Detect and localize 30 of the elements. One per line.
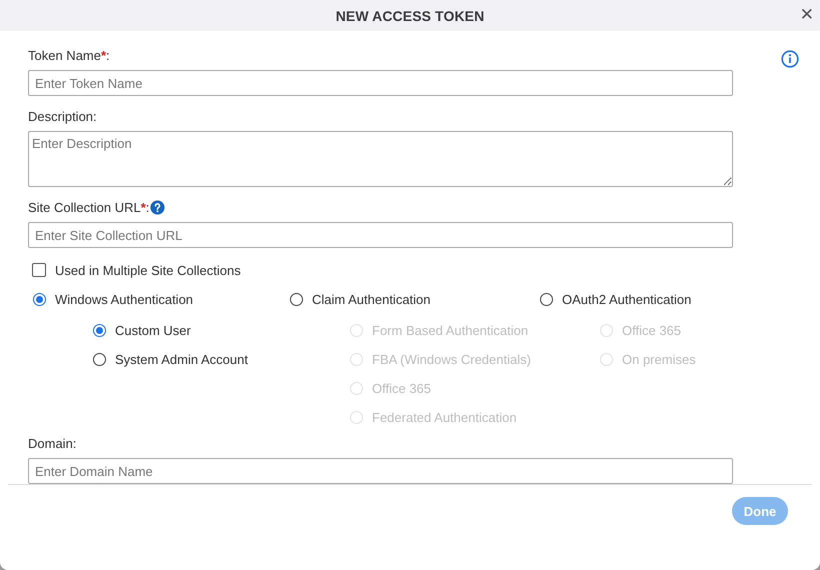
checkbox[interactable]	[32, 263, 46, 277]
description-field[interactable]: Enter Description	[28, 131, 733, 187]
option-label: FBA (Windows Credentials)	[372, 352, 531, 366]
radio-button[interactable]	[540, 292, 553, 306]
field-label: Token Name*:	[28, 48, 110, 62]
option-label: Windows Authentication	[55, 292, 194, 306]
radio-button[interactable]	[290, 292, 303, 306]
option-label: System Admin Account	[115, 352, 248, 366]
option-label: OAuth2 Authentication	[562, 292, 692, 306]
input-field[interactable]: Enter Site Collection URL	[28, 222, 733, 248]
field-label: Description:	[28, 108, 97, 124]
help-icon[interactable]	[150, 200, 166, 214]
field-label: Site Collection URL*:	[28, 200, 150, 214]
field-label: Domain:	[28, 436, 76, 450]
option-label: Custom User	[115, 322, 191, 338]
close-button[interactable]: ✕	[800, 5, 814, 25]
option-label: On premises	[622, 352, 696, 366]
option-label: Claim Authentication	[312, 292, 431, 306]
option-label: Form Based Authentication	[372, 322, 528, 338]
dialog-title: NEW ACCESS TOKEN	[336, 8, 484, 24]
radio-button[interactable]	[93, 324, 106, 336]
info-icon[interactable]	[781, 50, 799, 68]
option-label: Office 365	[372, 380, 432, 396]
radio-button[interactable]	[33, 292, 46, 306]
input-field[interactable]: Enter Token Name	[28, 70, 733, 96]
radio-button[interactable]	[93, 352, 106, 366]
option-label: Federated Authentication	[372, 410, 517, 424]
option-label: Office 365	[622, 322, 682, 338]
option-label: Used in Multiple Site Collections	[55, 262, 241, 278]
input-field[interactable]: Enter Domain Name	[28, 458, 733, 484]
